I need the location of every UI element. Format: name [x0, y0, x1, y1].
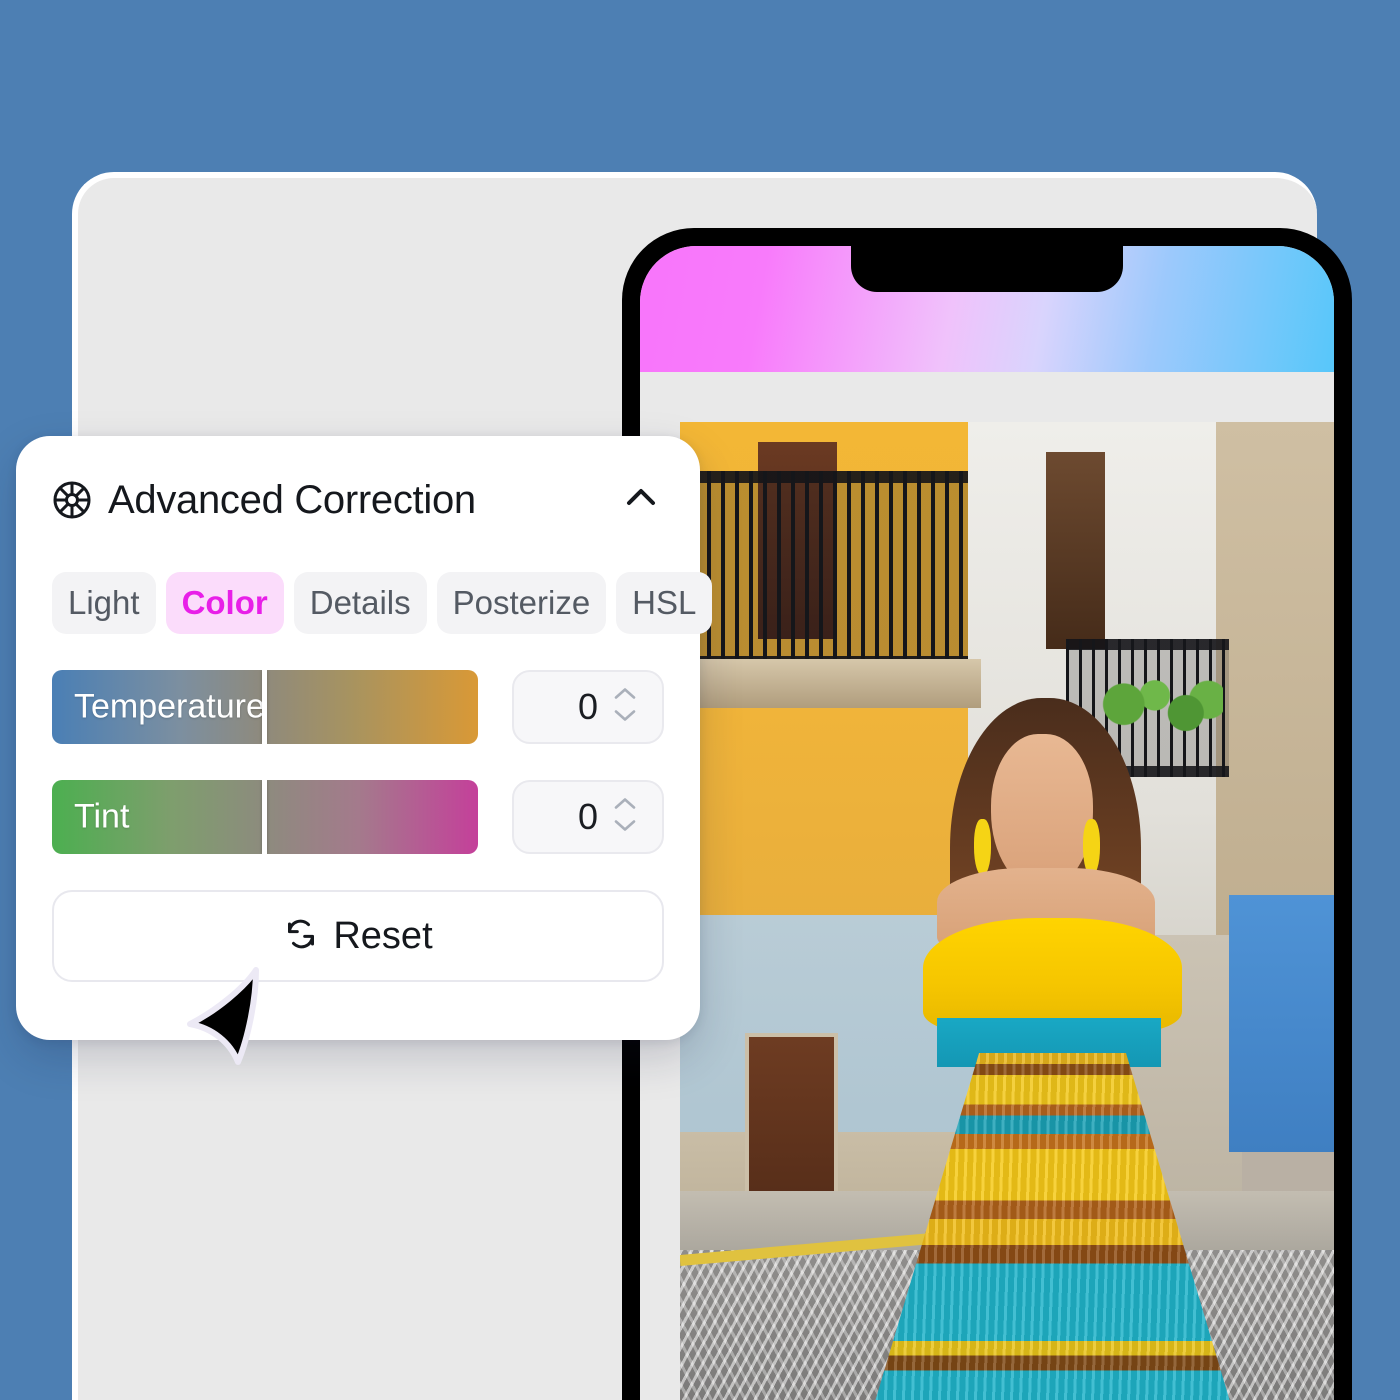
- temperature-slider[interactable]: Temperature: [52, 670, 478, 744]
- refresh-icon: [283, 916, 319, 957]
- page-title: Advanced Correction: [108, 477, 476, 522]
- phone-notch: [851, 246, 1123, 292]
- chevron-down-icon[interactable]: [612, 819, 638, 838]
- temperature-slider-thumb[interactable]: [262, 670, 268, 744]
- building-bright-blue: [1229, 895, 1334, 1152]
- tab-light[interactable]: Light: [52, 572, 156, 634]
- tab-posterize[interactable]: Posterize: [436, 572, 607, 634]
- phone-screen: [640, 246, 1334, 1400]
- tint-value: 0: [577, 796, 599, 837]
- panel-header: Advanced Correction: [52, 472, 664, 528]
- aperture-icon: [52, 480, 92, 520]
- temperature-stepper[interactable]: [612, 687, 638, 728]
- adjustment-tabs: Light Color Details Posterize HSL: [52, 572, 713, 634]
- tab-details[interactable]: Details: [293, 572, 427, 634]
- reset-label: Reset: [333, 914, 433, 957]
- chevron-down-icon[interactable]: [612, 709, 638, 728]
- tint-slider-row: Tint 0: [52, 780, 664, 854]
- photo-preview[interactable]: [680, 422, 1334, 1400]
- photo-image: [680, 422, 1334, 1400]
- balcony-railing-left: [693, 471, 968, 669]
- tab-color[interactable]: Color: [165, 572, 284, 634]
- reset-button[interactable]: Reset: [52, 890, 664, 982]
- temperature-value: 0: [577, 686, 599, 727]
- tint-stepper[interactable]: [612, 797, 638, 838]
- earring-right: [1083, 818, 1101, 876]
- temperature-slider-row: Temperature 0: [52, 670, 664, 744]
- temperature-label: Temperature: [74, 687, 265, 726]
- advanced-correction-panel: Advanced Correction Light Color Details …: [16, 436, 713, 1040]
- tint-label: Tint: [74, 797, 130, 836]
- phone-mockup: [622, 228, 1352, 1400]
- chevron-up-icon[interactable]: [612, 687, 638, 706]
- screenshot-stage: Advanced Correction Light Color Details …: [0, 0, 1400, 1400]
- window-right: [1046, 451, 1106, 649]
- chevron-up-icon[interactable]: [612, 797, 638, 816]
- woman-figure: [868, 698, 1237, 1400]
- tint-value-field[interactable]: 0: [512, 780, 664, 854]
- chevron-up-icon: [618, 475, 664, 526]
- collapse-panel-button[interactable]: [618, 477, 664, 523]
- temperature-value-field[interactable]: 0: [512, 670, 664, 744]
- skirt-pleats: [868, 1053, 1237, 1400]
- tint-slider-thumb[interactable]: [262, 780, 268, 854]
- face: [991, 733, 1094, 890]
- yellow-top: [923, 918, 1182, 1032]
- tab-hsl[interactable]: HSL: [616, 572, 713, 634]
- tint-slider[interactable]: Tint: [52, 780, 478, 854]
